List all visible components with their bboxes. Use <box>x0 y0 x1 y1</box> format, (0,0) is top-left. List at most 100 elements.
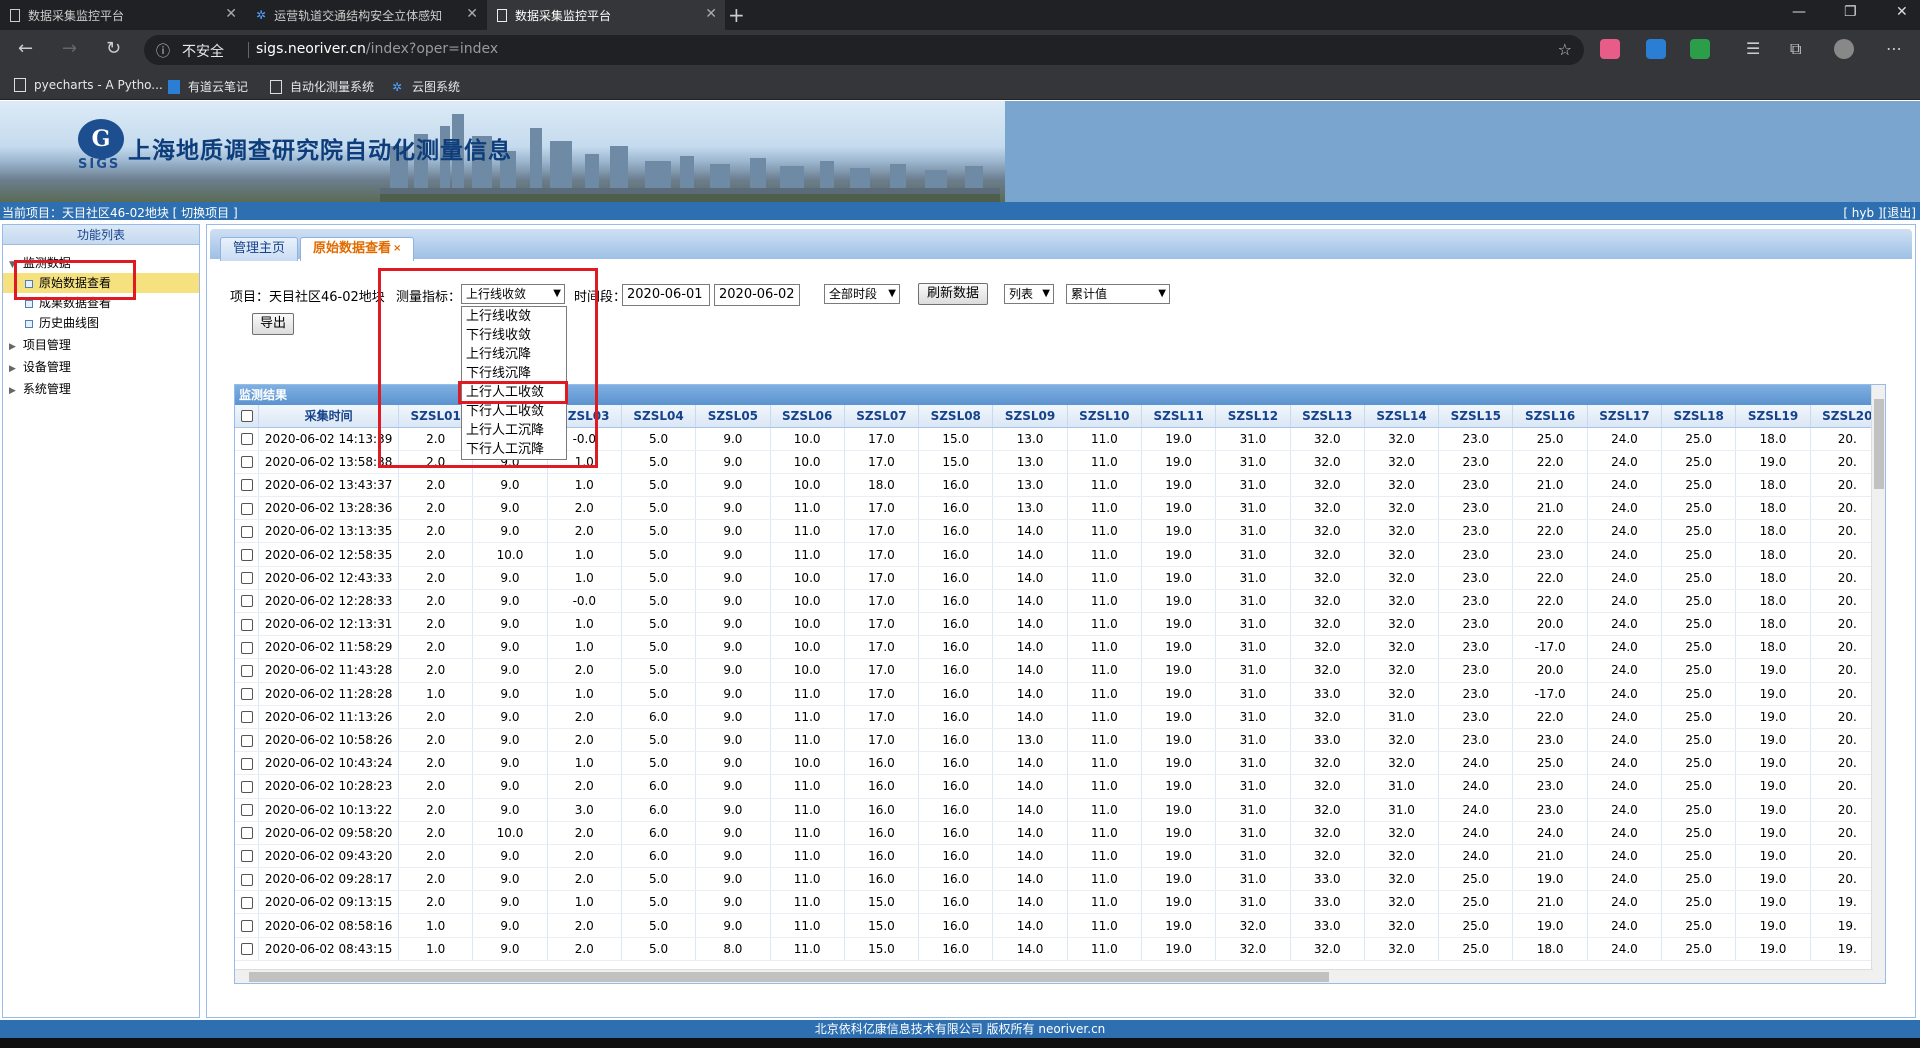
table-row[interactable]: 2020-06-02 10:28:23 2.0 9.0 2.0 6.0 9.0 11.0 16… <box>235 774 1885 799</box>
row-checkbox[interactable] <box>240 433 253 446</box>
row-checkbox[interactable] <box>240 664 253 677</box>
url-bar[interactable]: ⓘ 不安全 sigs.neoriver.cn/index?oper=index … <box>144 35 1584 65</box>
restore-icon[interactable]: ❐ <box>1844 4 1857 20</box>
forward-icon[interactable]: → <box>62 38 77 59</box>
extension-screenshot-icon[interactable] <box>1646 39 1666 59</box>
row-checkbox[interactable] <box>240 804 253 817</box>
close-tab-icon[interactable]: × <box>393 243 401 254</box>
column-header[interactable]: SZSL14 <box>1364 405 1440 428</box>
reading-list-icon[interactable]: ☰ <box>1746 39 1766 59</box>
avatar[interactable] <box>1834 39 1854 59</box>
table-row[interactable]: 2020-06-02 10:13:22 2.0 9.0 3.0 6.0 9.0 11.0 16… <box>235 798 1885 822</box>
extension-cat-icon[interactable] <box>1600 39 1620 59</box>
extension-on-icon[interactable] <box>1690 39 1710 59</box>
column-header[interactable]: SZSL16 <box>1512 405 1588 428</box>
collapsed-arrow-icon[interactable]: ▶ <box>9 337 19 357</box>
row-checkbox[interactable] <box>240 873 253 886</box>
row-checkbox[interactable] <box>240 525 253 538</box>
row-checkbox[interactable] <box>240 850 253 863</box>
row-checkbox[interactable] <box>240 734 253 747</box>
close-icon[interactable]: ✕ <box>225 6 237 22</box>
collections-icon[interactable]: ⧉ <box>1790 39 1810 59</box>
table-row[interactable]: 2020-06-02 09:43:20 2.0 9.0 2.0 6.0 9.0 11.0 16… <box>235 844 1885 869</box>
star-icon[interactable]: ☆ <box>1558 40 1572 59</box>
bookmark-measure-system[interactable]: 自动化测量系统 <box>270 78 374 95</box>
table-row[interactable]: 2020-06-02 12:58:35 2.0 10.0 1.0 5.0 9.0 11.0 1… <box>235 542 1885 567</box>
end-date-input[interactable]: 2020-06-02 <box>714 284 800 306</box>
bookmark-cloud-system[interactable]: ✲ 云图系统 <box>392 78 460 95</box>
value-type-select[interactable]: 累计值 ▼ <box>1066 284 1170 304</box>
horizontal-scrollbar[interactable] <box>235 969 1873 983</box>
table-row[interactable]: 2020-06-02 09:28:17 2.0 9.0 2.0 5.0 9.0 11.0 16… <box>235 867 1885 892</box>
table-row[interactable]: 2020-06-02 10:58:26 2.0 9.0 2.0 5.0 9.0 11.0 17… <box>235 728 1885 753</box>
row-checkbox[interactable] <box>240 641 253 654</box>
collapsed-arrow-icon[interactable]: ▶ <box>9 359 19 379</box>
table-row[interactable]: 2020-06-02 12:43:33 2.0 9.0 1.0 5.0 9.0 10.0 17… <box>235 566 1885 590</box>
column-header[interactable]: SZSL18 <box>1661 405 1737 428</box>
info-icon[interactable]: ⓘ <box>156 41 170 61</box>
close-icon[interactable]: ✕ <box>705 6 717 22</box>
url-text[interactable]: sigs.neoriver.cn/index?oper=index <box>256 41 498 57</box>
more-menu-icon[interactable]: ⋯ <box>1886 39 1906 59</box>
reload-icon[interactable]: ↻ <box>106 38 121 59</box>
column-header[interactable]: SZSL07 <box>844 405 920 428</box>
sidebar-item-system-mgmt[interactable]: ▶ 系统管理 <box>3 379 199 399</box>
column-header[interactable]: SZSL13 <box>1290 405 1365 428</box>
column-header[interactable]: SZSL05 <box>695 405 771 428</box>
period-select[interactable]: 全部时段 ▼ <box>824 284 900 304</box>
tab-raw-data[interactable]: 原始数据查看 × <box>300 237 415 261</box>
browser-tab-2[interactable]: ✲ 运营轨道交通结构安全立体感知 ✕ <box>246 0 486 30</box>
table-row[interactable]: 2020-06-02 13:28:36 2.0 9.0 2.0 5.0 9.0 11.0 17… <box>235 496 1885 521</box>
column-header[interactable]: SZSL10 <box>1067 405 1143 428</box>
table-row[interactable]: 2020-06-02 12:28:33 2.0 9.0 -0.0 5.0 9.0 10.0 1… <box>235 589 1885 614</box>
sidebar-item-device-mgmt[interactable]: ▶ 设备管理 <box>3 357 199 377</box>
table-row[interactable]: 2020-06-02 08:43:15 1.0 9.0 2.0 5.0 8.0 11.0 15… <box>235 937 1885 961</box>
column-header[interactable]: SZSL19 <box>1735 405 1811 428</box>
browser-tab-1[interactable]: 数据采集监控平台 ✕ <box>0 0 245 30</box>
column-header[interactable]: SZSL12 <box>1215 405 1291 428</box>
bookmark-youdao[interactable]: 有道云笔记 <box>168 78 248 95</box>
table-row[interactable]: 2020-06-02 11:58:29 2.0 9.0 1.0 5.0 9.0 10.0 17… <box>235 635 1885 660</box>
table-row[interactable]: 2020-06-02 11:28:28 1.0 9.0 1.0 5.0 9.0 11.0 17… <box>235 682 1885 706</box>
row-checkbox[interactable] <box>240 572 253 585</box>
row-checkbox[interactable] <box>240 943 253 956</box>
table-row[interactable]: 2020-06-02 10:43:24 2.0 9.0 1.0 5.0 9.0 10.0 16… <box>235 751 1885 776</box>
row-checkbox[interactable] <box>240 711 253 724</box>
security-label[interactable]: 不安全 <box>182 41 224 61</box>
table-row[interactable]: 2020-06-02 09:58:20 2.0 10.0 2.0 6.0 9.0 11.0 1… <box>235 821 1885 845</box>
scroll-thumb[interactable] <box>1874 399 1884 489</box>
window-close-icon[interactable]: ✕ <box>1896 4 1908 20</box>
export-button[interactable]: 导出 <box>252 313 294 335</box>
column-header[interactable]: SZSL08 <box>918 405 994 428</box>
column-header[interactable]: SZSL09 <box>992 405 1068 428</box>
row-checkbox[interactable] <box>240 827 253 840</box>
table-row[interactable]: 2020-06-02 09:13:15 2.0 9.0 1.0 5.0 9.0 11.0 15… <box>235 890 1885 915</box>
row-checkbox[interactable] <box>240 479 253 492</box>
refresh-data-button[interactable]: 刷新数据 <box>918 283 988 305</box>
column-header[interactable]: SZSL15 <box>1438 405 1514 428</box>
column-header[interactable]: SZSL17 <box>1587 405 1663 428</box>
new-tab-button[interactable]: + <box>728 3 745 27</box>
table-row[interactable]: 2020-06-02 11:13:26 2.0 9.0 2.0 6.0 9.0 11.0 17… <box>235 705 1885 729</box>
table-row[interactable]: 2020-06-02 11:43:28 2.0 9.0 2.0 5.0 9.0 10.0 17… <box>235 658 1885 683</box>
minimize-icon[interactable]: — <box>1792 4 1806 20</box>
vertical-scrollbar[interactable] <box>1871 385 1885 983</box>
row-checkbox[interactable] <box>240 549 253 562</box>
row-checkbox[interactable] <box>240 896 253 909</box>
sidebar-item-project-mgmt[interactable]: ▶ 项目管理 <box>3 335 199 355</box>
row-checkbox[interactable] <box>240 920 253 933</box>
column-header[interactable]: SZSL11 <box>1141 405 1217 428</box>
row-checkbox[interactable] <box>240 757 253 770</box>
browser-tab-3-active[interactable]: 数据采集监控平台 ✕ <box>487 0 725 30</box>
table-row[interactable]: 2020-06-02 13:43:37 2.0 9.0 1.0 5.0 9.0 10.0 18… <box>235 473 1885 498</box>
row-checkbox[interactable] <box>240 618 253 631</box>
column-header[interactable]: SZSL06 <box>770 405 845 428</box>
select-all-checkbox[interactable] <box>240 410 253 423</box>
user-logout-link[interactable]: [ hyb ][退出] <box>1843 204 1916 221</box>
row-checkbox[interactable] <box>240 688 253 701</box>
row-checkbox[interactable] <box>240 502 253 515</box>
start-date-input[interactable]: 2020-06-01 <box>622 284 710 306</box>
current-project-link[interactable]: 当前项目：天目社区46-02地块 [ 切换项目 ] <box>2 204 238 221</box>
tab-home[interactable]: 管理主页 <box>220 237 299 261</box>
row-checkbox[interactable] <box>240 780 253 793</box>
